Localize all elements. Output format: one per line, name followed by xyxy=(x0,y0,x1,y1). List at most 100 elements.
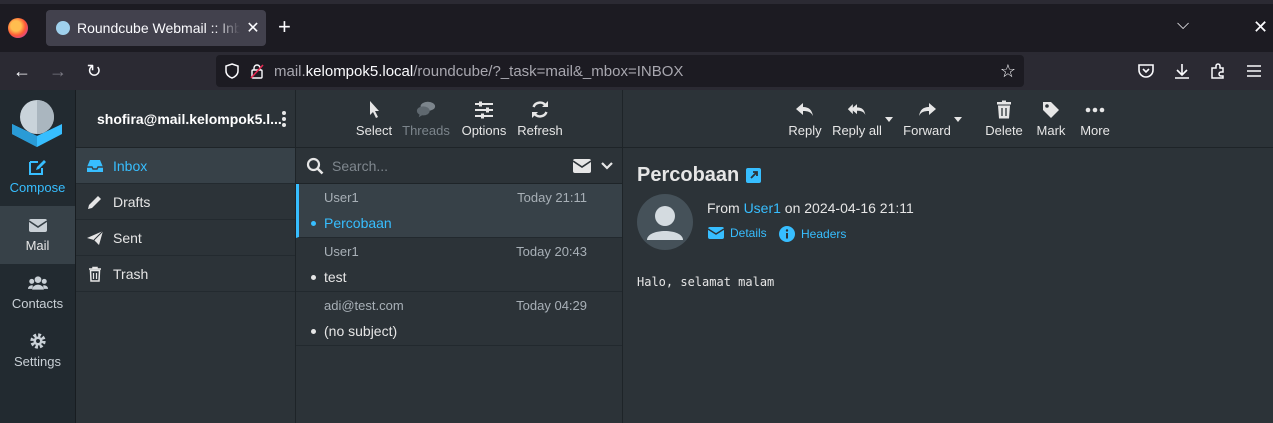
message-toolbar: Reply Reply all Forward Delete Mark More xyxy=(623,90,1273,148)
message-from-line: From User1 on 2024-04-16 21:11 xyxy=(707,200,914,216)
details-label: Details xyxy=(730,226,767,240)
account-header: shofira@mail.kelompok5.l... xyxy=(76,90,295,148)
options-label: Options xyxy=(461,123,507,138)
tab-title: Roundcube Webmail :: Inbox xyxy=(77,20,240,36)
forward-dropdown-icon[interactable] xyxy=(954,117,962,122)
message-row[interactable]: User1 Today 20:43 test xyxy=(296,238,622,292)
chevron-down-icon[interactable] xyxy=(601,161,613,171)
options-button[interactable]: Options xyxy=(459,90,509,148)
sender-link[interactable]: User1 xyxy=(744,200,781,216)
info-icon xyxy=(779,226,795,242)
url-prefix: mail. xyxy=(274,62,306,80)
message-from: User1 xyxy=(324,190,359,205)
folder-inbox[interactable]: Inbox xyxy=(76,148,295,184)
message-date: Today 20:43 xyxy=(516,244,587,259)
account-name: shofira@mail.kelompok5.l... xyxy=(97,110,282,127)
delete-button[interactable]: Delete xyxy=(984,90,1024,148)
message-date: Today 04:29 xyxy=(516,298,587,313)
select-button[interactable]: Select xyxy=(351,90,397,148)
back-icon[interactable]: ← xyxy=(9,58,35,84)
cursor-icon xyxy=(370,101,379,118)
tracking-shield-icon[interactable] xyxy=(224,63,240,79)
hamburger-menu-icon[interactable] xyxy=(1244,61,1264,81)
paper-plane-icon xyxy=(87,230,104,246)
search-input[interactable] xyxy=(332,157,573,174)
envelope-icon xyxy=(708,227,724,239)
pocket-icon[interactable] xyxy=(1136,61,1156,81)
list-toolbar: Select Threads Options Refresh xyxy=(296,90,622,148)
avatar xyxy=(637,194,693,250)
compose-button[interactable]: Compose xyxy=(0,148,75,206)
close-tab-icon[interactable]: ✕ xyxy=(240,18,266,38)
mail-label: Mail xyxy=(25,238,50,253)
envelope-icon xyxy=(28,219,47,232)
message-row[interactable]: User1 Today 21:11 Percobaan xyxy=(296,184,622,238)
bookmark-star-icon[interactable]: ☆ xyxy=(1000,61,1016,82)
open-in-new-window-icon[interactable] xyxy=(746,168,762,183)
insecure-lock-icon[interactable] xyxy=(250,63,264,79)
more-label: More xyxy=(1080,123,1110,138)
contacts-icon xyxy=(27,276,48,290)
reply-all-button[interactable]: Reply all xyxy=(831,90,883,148)
reply-icon xyxy=(796,103,813,116)
settings-label: Settings xyxy=(14,354,61,369)
headers-link[interactable]: Headers xyxy=(779,226,846,242)
reply-button[interactable]: Reply xyxy=(787,90,823,148)
reply-label: Reply xyxy=(788,123,822,138)
roundcube-logo-icon[interactable] xyxy=(10,96,64,148)
search-icon[interactable] xyxy=(306,157,324,175)
trash-icon xyxy=(89,266,101,282)
refresh-button[interactable]: Refresh xyxy=(514,90,566,148)
message-body: Halo, selamat malam xyxy=(637,275,775,289)
threads-button[interactable]: Threads xyxy=(401,90,451,148)
firefox-menu-icon[interactable] xyxy=(8,18,28,38)
list-all-tabs-icon[interactable]: ⌵ xyxy=(1177,16,1189,34)
downloads-icon[interactable] xyxy=(1172,61,1192,81)
mark-button[interactable]: Mark xyxy=(1033,90,1069,148)
browser-tab-bar: Roundcube Webmail :: Inbox ✕ + ⌵ ✕ xyxy=(0,0,1273,52)
contacts-button[interactable]: Contacts xyxy=(0,264,75,322)
reload-icon[interactable]: ↻ xyxy=(81,58,107,84)
folder-drafts[interactable]: Drafts xyxy=(76,184,295,220)
select-label: Select xyxy=(355,123,393,138)
unread-dot-icon xyxy=(311,329,316,334)
url-bar[interactable]: mail. kelompok5.local/roundcube/?_task=ma… xyxy=(216,55,1024,87)
folder-trash[interactable]: Trash xyxy=(76,256,295,292)
reply-all-label: Reply all xyxy=(832,123,882,138)
reply-all-dropdown-icon[interactable] xyxy=(885,117,893,122)
threads-label: Threads xyxy=(402,123,450,138)
forward-button[interactable]: Forward xyxy=(901,90,953,148)
envelope-filter-icon[interactable] xyxy=(573,158,591,173)
forward-icon[interactable]: → xyxy=(45,58,71,84)
more-button[interactable]: More xyxy=(1078,90,1112,148)
settings-button[interactable]: Settings xyxy=(0,322,75,380)
mark-label: Mark xyxy=(1036,123,1066,138)
message-subject: (no subject) xyxy=(324,323,398,339)
unread-dot-icon xyxy=(311,221,316,226)
browser-tab[interactable]: Roundcube Webmail :: Inbox ✕ xyxy=(46,10,266,46)
delete-label: Delete xyxy=(985,123,1023,138)
message-row[interactable]: adi@test.com Today 04:29 (no subject) xyxy=(296,292,622,346)
subject-text: Percobaan xyxy=(637,164,740,186)
message-subject-heading: Percobaan xyxy=(637,164,762,187)
threads-icon xyxy=(416,101,436,118)
reply-all-icon xyxy=(847,104,866,115)
window-close-icon[interactable]: ✕ xyxy=(1253,17,1268,38)
search-bar xyxy=(296,148,622,184)
user-avatar-icon xyxy=(647,206,683,240)
refresh-icon xyxy=(532,101,548,118)
url-path: /roundcube/?_task=mail&_mbox=INBOX xyxy=(413,62,684,80)
headers-label: Headers xyxy=(801,227,847,241)
tag-icon xyxy=(1043,102,1059,118)
details-link[interactable]: Details xyxy=(708,226,767,240)
message-date: Today 21:11 xyxy=(517,190,587,205)
mail-button[interactable]: Mail xyxy=(0,206,75,264)
roundcube-favicon-icon xyxy=(56,21,70,35)
kebab-menu-icon[interactable] xyxy=(282,110,286,128)
extensions-icon[interactable] xyxy=(1208,61,1228,81)
compose-icon xyxy=(28,160,46,175)
folder-sent[interactable]: Sent xyxy=(76,220,295,256)
new-tab-button[interactable]: + xyxy=(278,16,291,38)
compose-label: Compose xyxy=(9,180,66,195)
roundcube-app: Compose Mail Contacts Settings shofira@m… xyxy=(0,90,1273,423)
